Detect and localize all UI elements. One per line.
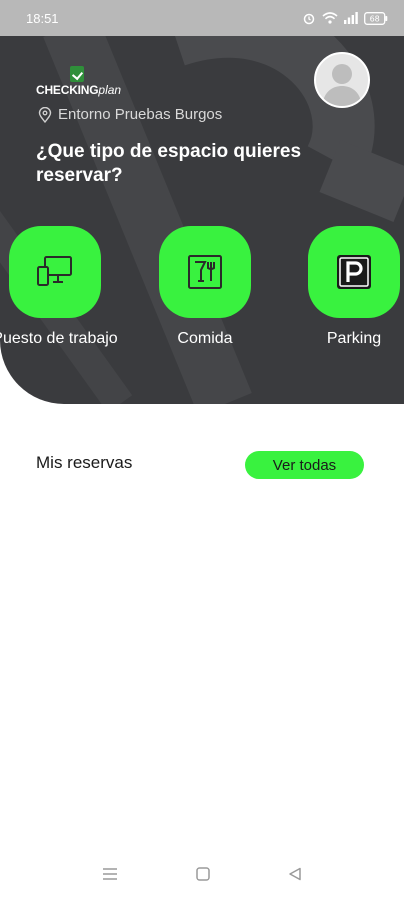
category-label-food: Comida <box>177 330 233 347</box>
food-icon <box>188 255 222 289</box>
parking-button[interactable] <box>308 226 400 318</box>
logo-text-italic: plan <box>98 83 122 97</box>
alarm-icon <box>303 13 315 25</box>
category-label-parking: Parking <box>326 330 382 347</box>
category-workstation[interactable]: Puesto de trabajo <box>0 226 130 349</box>
location-name: Entorno Pruebas Burgos <box>58 106 223 123</box>
checkingplan-logo: CHECKINGplan <box>36 66 146 100</box>
workstation-button[interactable] <box>9 226 101 318</box>
wifi-icon <box>322 12 338 24</box>
logo-check-icon <box>70 66 84 82</box>
location-pin-icon <box>38 106 52 123</box>
system-nav-bar <box>0 848 404 900</box>
hero-panel: CHECKINGplan Entorno Pruebas Burgos ¿Que… <box>0 36 404 404</box>
parking-icon <box>337 255 371 289</box>
category-food[interactable]: Comida <box>130 226 280 349</box>
logo-text: CHECKINGplan <box>36 83 121 97</box>
status-time: 18:51 <box>26 10 59 26</box>
category-label-workstation: Puesto de trabajo <box>0 330 118 347</box>
signal-icon <box>344 12 358 24</box>
home-icon[interactable] <box>196 867 210 881</box>
view-all-button[interactable]: Ver todas <box>245 451 364 479</box>
my-reservations-title: Mis reservas <box>36 453 133 472</box>
logo-text-bold: CHECKING <box>36 83 99 97</box>
category-parking[interactable]: Parking <box>279 226 404 349</box>
menu-icon[interactable] <box>102 867 118 881</box>
food-button[interactable] <box>159 226 251 318</box>
battery-icon: 68 <box>364 11 388 25</box>
battery-level-text: 68 <box>370 14 380 23</box>
location-selector[interactable]: Entorno Pruebas Burgos <box>38 106 222 123</box>
back-icon[interactable] <box>288 867 302 881</box>
workstation-icon <box>37 256 72 286</box>
space-type-question: ¿Que tipo de espacio quieres reservar? <box>36 141 302 186</box>
user-placeholder-icon <box>322 64 362 106</box>
user-avatar[interactable] <box>314 52 370 108</box>
status-icons: 68 <box>302 11 388 25</box>
status-bar: 18:51 68 <box>0 0 404 36</box>
